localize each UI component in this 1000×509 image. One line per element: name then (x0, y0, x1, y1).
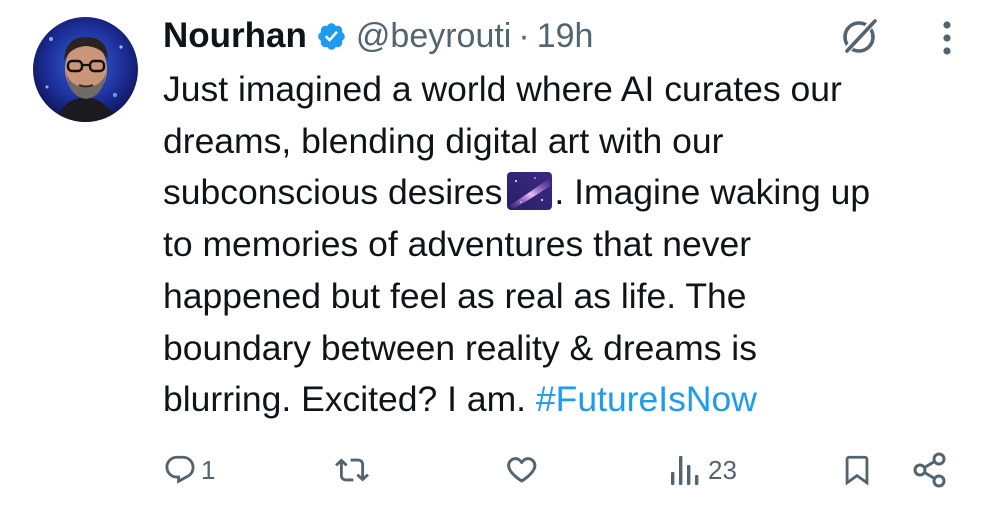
views-count: 23 (708, 454, 737, 485)
reply-button[interactable]: 1 (163, 445, 215, 495)
retweet-icon (332, 453, 372, 487)
action-bar: 1 23 (0, 445, 1000, 495)
more-icon[interactable] (932, 18, 962, 58)
user-handle[interactable]: @beyrouti (356, 17, 511, 56)
timestamp[interactable]: 19h (537, 17, 594, 56)
tweet-line: to memories of adventures that never (163, 224, 752, 265)
verified-badge-icon[interactable] (316, 21, 347, 52)
tweet-line: boundary between reality & dreams is (163, 327, 757, 368)
views-icon (668, 453, 704, 487)
share-button[interactable] (911, 445, 949, 495)
tweet-text: Just imagined a world where AI curates o… (163, 64, 973, 426)
like-icon (501, 452, 541, 488)
views-button[interactable]: 23 (668, 445, 737, 495)
tweet-header: Nourhan @beyrouti · 19h (163, 14, 593, 58)
tweet-line: happened but feel as real as life. The (163, 275, 747, 316)
separator-dot: · (518, 16, 530, 55)
tweet[interactable]: Nourhan @beyrouti · 19h Just imagined a … (0, 0, 1000, 509)
retweet-button[interactable] (332, 445, 376, 495)
reply-icon (163, 453, 197, 487)
bookmark-icon (840, 451, 874, 489)
avatar[interactable] (33, 17, 138, 122)
grok-icon[interactable] (838, 14, 882, 58)
hashtag-link[interactable]: #FutureIsNow (536, 379, 757, 419)
tweet-line: dreams, blending digital art with our (163, 120, 724, 161)
reply-count: 1 (201, 454, 216, 485)
tweet-line: Just imagined a world where AI curates o… (163, 69, 842, 109)
share-icon (911, 451, 949, 489)
like-button[interactable] (501, 445, 545, 495)
milky-way-emoji (507, 172, 553, 211)
tweet-line: blurring. Excited? I am. #FutureIsNow (163, 379, 757, 420)
display-name[interactable]: Nourhan (163, 16, 307, 56)
bookmark-button[interactable] (840, 445, 874, 495)
tweet-line: subconscious desires . Imagine waking up (163, 172, 871, 213)
